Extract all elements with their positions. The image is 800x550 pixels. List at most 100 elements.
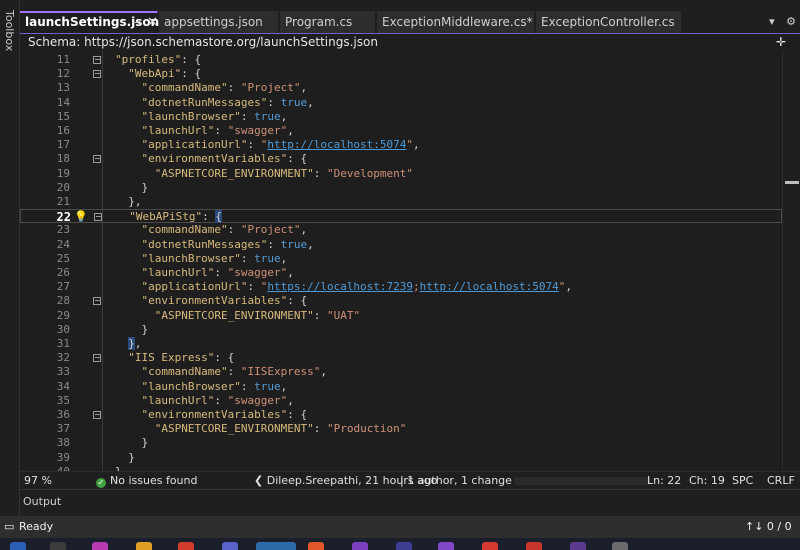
tab-actions: ▾ ⚙ — [761, 11, 796, 33]
line-number: 11 — [56, 53, 70, 66]
taskbar-app-icon[interactable] — [438, 542, 454, 550]
tab-launchsettings[interactable]: launchSettings.json ⊸ ✕ — [20, 11, 159, 33]
code-line[interactable]: 29 "ASPNETCORE_ENVIRONMENT": "UAT" — [20, 309, 782, 323]
output-panel-tab[interactable]: Output — [20, 489, 800, 516]
code-line[interactable]: 25 "launchBrowser": true, — [20, 252, 782, 266]
fold-toggle-icon[interactable]: − — [93, 155, 101, 164]
column-indicator[interactable]: Ch: 19 — [689, 472, 725, 490]
taskbar-app-icon[interactable] — [178, 542, 194, 550]
taskbar-app-icon[interactable] — [570, 542, 586, 550]
source-control-sync[interactable]: ↑↓ 0 / 0 — [745, 516, 792, 538]
editor-status-strip: 97 % ✓ No issues found ❮ Dileep.Sreepathi… — [20, 471, 800, 489]
expand-icon[interactable]: ✛ — [776, 34, 786, 51]
line-number: 13 — [56, 81, 70, 95]
schema-url[interactable]: https://json.schemastore.org/launchSetti… — [84, 35, 378, 49]
code-text: } — [115, 322, 149, 336]
output-label[interactable]: Output — [23, 495, 61, 508]
line-number: 12 — [56, 67, 70, 81]
code-text: "environmentVariables": { — [141, 152, 308, 166]
line-number: 18 — [56, 152, 70, 166]
tab-appsettings[interactable]: appsettings.json — [159, 11, 279, 33]
code-text: "launchBrowser": true, — [141, 251, 288, 265]
code-line[interactable]: 35 "launchUrl": "swagger", — [20, 394, 782, 408]
line-indicator[interactable]: Ln: 22 — [647, 472, 681, 490]
gear-icon[interactable]: ⚙ — [786, 15, 796, 28]
code-line[interactable]: 32 − "IIS Express": { — [20, 351, 782, 365]
code-line[interactable]: 22 💡 − "WebAPiStg": { — [20, 209, 782, 224]
lightbulb-icon[interactable]: 💡 — [74, 210, 88, 224]
whitespace-indicator[interactable]: SPC — [732, 472, 753, 490]
scroll-thumb[interactable] — [785, 181, 799, 184]
code-text: "commandName": "Project", — [141, 223, 308, 237]
code-editor[interactable]: 11− "profiles": {12− "WebApi": {13 "comma… — [20, 51, 782, 471]
tab-exceptionmiddleware[interactable]: ExceptionMiddleware.cs* — [377, 11, 535, 33]
tab-program[interactable]: Program.cs — [280, 11, 376, 33]
taskbar-app-icon[interactable] — [50, 542, 66, 550]
taskbar-app-icon[interactable] — [10, 542, 26, 550]
code-line[interactable]: 28 − "environmentVariables": { — [20, 294, 782, 308]
tab-exceptioncontroller[interactable]: ExceptionController.cs — [536, 11, 682, 33]
issues-text: No issues found — [110, 474, 198, 487]
taskbar-app-icon[interactable] — [396, 542, 412, 550]
code-line[interactable]: 15 "launchBrowser": true, — [20, 110, 782, 124]
code-line[interactable]: 21 }, — [20, 195, 782, 209]
code-line[interactable]: 37 "ASPNETCORE_ENVIRONMENT": "Production… — [20, 422, 782, 436]
code-text: "IIS Express": { — [128, 351, 235, 365]
fold-toggle-icon[interactable]: − — [93, 411, 101, 419]
git-changes[interactable]: | 1 author, 1 change — [400, 472, 512, 490]
horizontal-scrollbar[interactable] — [515, 477, 650, 485]
code-line[interactable]: 13 "commandName": "Project", — [20, 81, 782, 95]
line-number: 25 — [56, 251, 70, 265]
code-line[interactable]: 38 } — [20, 436, 782, 450]
code-line[interactable]: 36 − "environmentVariables": { — [20, 408, 782, 422]
fold-toggle-icon[interactable]: − — [93, 56, 101, 64]
code-line[interactable]: 18 − "environmentVariables": { — [20, 152, 782, 166]
zoom-level[interactable]: 97 % — [24, 472, 52, 490]
fold-toggle-icon[interactable]: − — [93, 354, 101, 363]
taskbar-app-icon[interactable] — [136, 542, 152, 550]
toolbox-label[interactable]: Toolbox — [3, 10, 16, 51]
code-line[interactable]: 11 − "profiles": { — [20, 53, 782, 67]
issues-indicator[interactable]: ✓ No issues found — [96, 472, 197, 490]
code-line[interactable]: 14 "dotnetRunMessages": true, — [20, 96, 782, 110]
taskbar-app-icon[interactable] — [256, 542, 296, 550]
line-number: 32 — [56, 351, 70, 365]
line-number: 20 — [56, 180, 70, 194]
taskbar-app-icon[interactable] — [482, 542, 498, 550]
fold-toggle-icon[interactable]: − — [93, 70, 101, 79]
code-line[interactable]: 39 } — [20, 451, 782, 465]
code-line[interactable]: 19 "ASPNETCORE_ENVIRONMENT": "Developmen… — [20, 167, 782, 181]
taskbar-app-icon[interactable] — [92, 542, 108, 550]
taskbar-app-icon[interactable] — [612, 542, 628, 550]
fold-toggle-icon[interactable]: − — [93, 297, 101, 306]
code-line[interactable]: 33 "commandName": "IISExpress", — [20, 365, 782, 379]
code-text: } — [115, 180, 149, 194]
code-line[interactable]: 31 }, — [20, 337, 782, 351]
vertical-scrollbar[interactable] — [782, 51, 800, 471]
fold-toggle-icon[interactable]: − — [94, 213, 102, 222]
taskbar-app-icon[interactable] — [308, 542, 324, 550]
code-line[interactable]: 30 } — [20, 323, 782, 337]
tab-label: Program.cs — [285, 15, 353, 29]
code-line[interactable]: 27 "applicationUrl": "https://localhost:… — [20, 280, 782, 294]
code-line[interactable]: 24 "dotnetRunMessages": true, — [20, 238, 782, 252]
code-line[interactable]: 26 "launchUrl": "swagger", — [20, 266, 782, 280]
code-line[interactable]: 17 "applicationUrl": "http://localhost:5… — [20, 138, 782, 152]
code-line[interactable]: 34 "launchBrowser": true, — [20, 380, 782, 394]
eol-indicator[interactable]: CRLF — [767, 472, 795, 490]
code-line[interactable]: 16 "launchUrl": "swagger", — [20, 124, 782, 138]
code-line[interactable]: 12 − "WebApi": { — [20, 67, 782, 81]
toolbox-strip[interactable]: Toolbox — [0, 0, 20, 516]
close-icon[interactable]: ✕ — [147, 13, 158, 32]
code-line[interactable]: 23 "commandName": "Project", — [20, 223, 782, 237]
taskbar-app-icon[interactable] — [526, 542, 542, 550]
line-number: 29 — [56, 308, 70, 322]
code-line[interactable]: 20 } — [20, 181, 782, 195]
code-text: "profiles": { — [115, 53, 202, 66]
tab-dropdown-icon[interactable]: ▾ — [769, 15, 775, 28]
status-icon: ▭ — [4, 520, 15, 533]
taskbar-app-icon[interactable] — [222, 542, 238, 550]
line-number: 23 — [56, 223, 70, 237]
pin-icon[interactable]: ⊸ — [132, 13, 141, 32]
taskbar-app-icon[interactable] — [352, 542, 368, 550]
